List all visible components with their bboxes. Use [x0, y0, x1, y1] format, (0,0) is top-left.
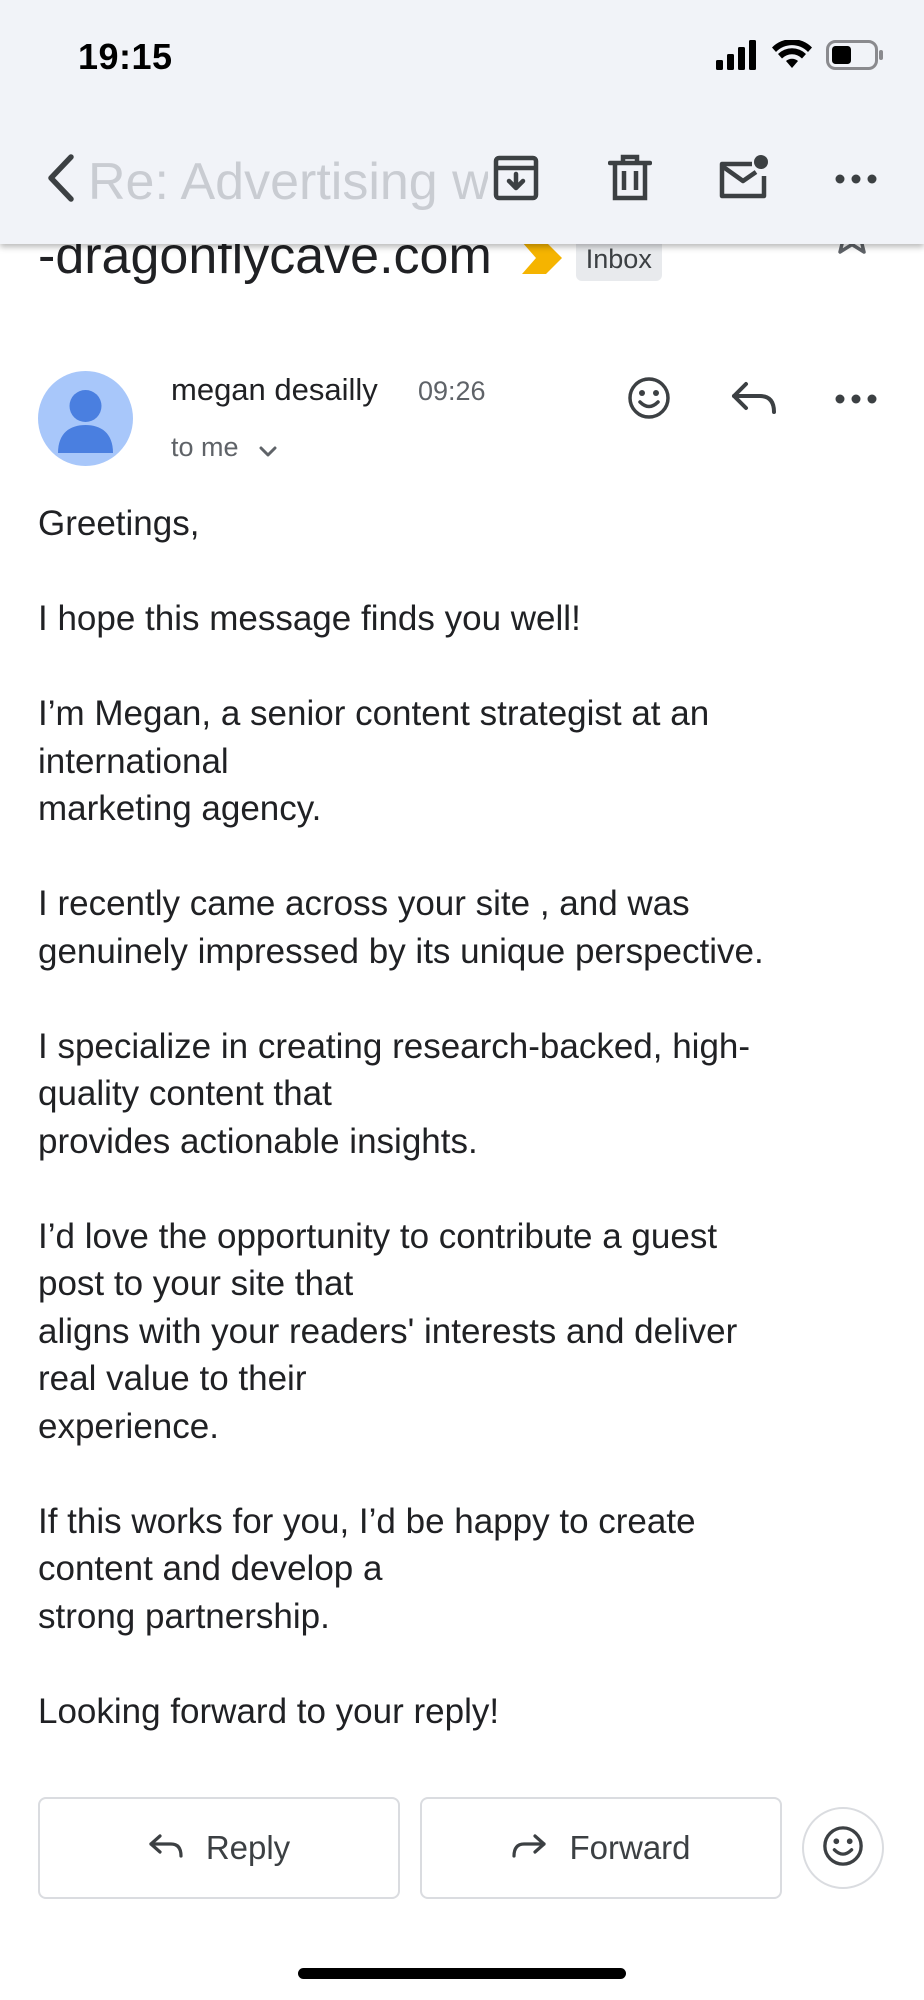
emoji-reaction-button[interactable] [802, 1807, 884, 1889]
message-more-button[interactable] [826, 370, 886, 430]
person-icon [58, 390, 113, 453]
body-paragraph: If this works for you, I’d be happy to c… [38, 1501, 696, 1636]
top-app-bar: 19:15 Re: Advertising wi [0, 0, 924, 244]
body-paragraph: I’d love the opportunity to contribute a… [38, 1216, 738, 1446]
wifi-icon [772, 39, 812, 75]
importance-marker-icon[interactable] [521, 241, 562, 279]
body-paragraph: I’m Megan, a senior content strategist a… [38, 694, 710, 828]
emoji-icon [822, 1825, 864, 1872]
body-paragraph: Greetings, [38, 504, 200, 543]
email-body: Greetings, I hope this message finds you… [38, 500, 898, 1783]
sender-avatar[interactable] [38, 371, 133, 466]
reply-button[interactable]: Reply [38, 1797, 400, 1899]
more-horizontal-icon [835, 391, 877, 409]
status-icons [716, 39, 884, 75]
back-button[interactable] [30, 150, 90, 210]
cellular-signal-icon [716, 40, 758, 75]
back-arrow-icon [43, 153, 77, 208]
archive-icon [492, 154, 540, 207]
delete-button[interactable] [596, 146, 664, 214]
emoji-icon [627, 376, 671, 425]
reply-header-button[interactable] [724, 370, 784, 430]
more-horizontal-icon [835, 171, 877, 189]
body-paragraph: I hope this message finds you well! [38, 599, 581, 638]
message-toolbar: Re: Advertising with [0, 140, 924, 220]
chevron-down-icon [259, 434, 277, 465]
forward-button[interactable]: Forward [420, 1797, 782, 1899]
archive-button[interactable] [482, 146, 550, 214]
body-paragraph: I recently came across your site , and w… [38, 884, 764, 971]
battery-icon [826, 40, 884, 75]
more-options-button[interactable] [822, 146, 890, 214]
sender-name[interactable]: megan desailly [171, 372, 378, 408]
forward-button-label: Forward [569, 1829, 691, 1866]
mark-unread-icon [718, 154, 770, 207]
collapsed-subject: Re: Advertising with [88, 153, 488, 211]
body-paragraph: I specialize in creating research-backed… [38, 1026, 751, 1161]
body-paragraph: Looking forward to your reply! [38, 1691, 500, 1731]
forward-arrow-icon [511, 1829, 569, 1867]
home-indicator[interactable] [298, 1968, 626, 1979]
status-time: 19:15 [78, 36, 173, 77]
reply-button-label: Reply [205, 1829, 291, 1866]
message-time: 09:26 [418, 376, 486, 406]
mark-unread-button[interactable] [710, 146, 778, 214]
react-emoji-button[interactable] [619, 370, 679, 430]
reply-arrow-icon [148, 1829, 206, 1867]
trash-icon [607, 154, 653, 207]
reply-arrow-icon [730, 380, 778, 421]
recipient-text: to me [171, 432, 239, 462]
recipient-details-toggle[interactable]: to me [171, 430, 277, 465]
